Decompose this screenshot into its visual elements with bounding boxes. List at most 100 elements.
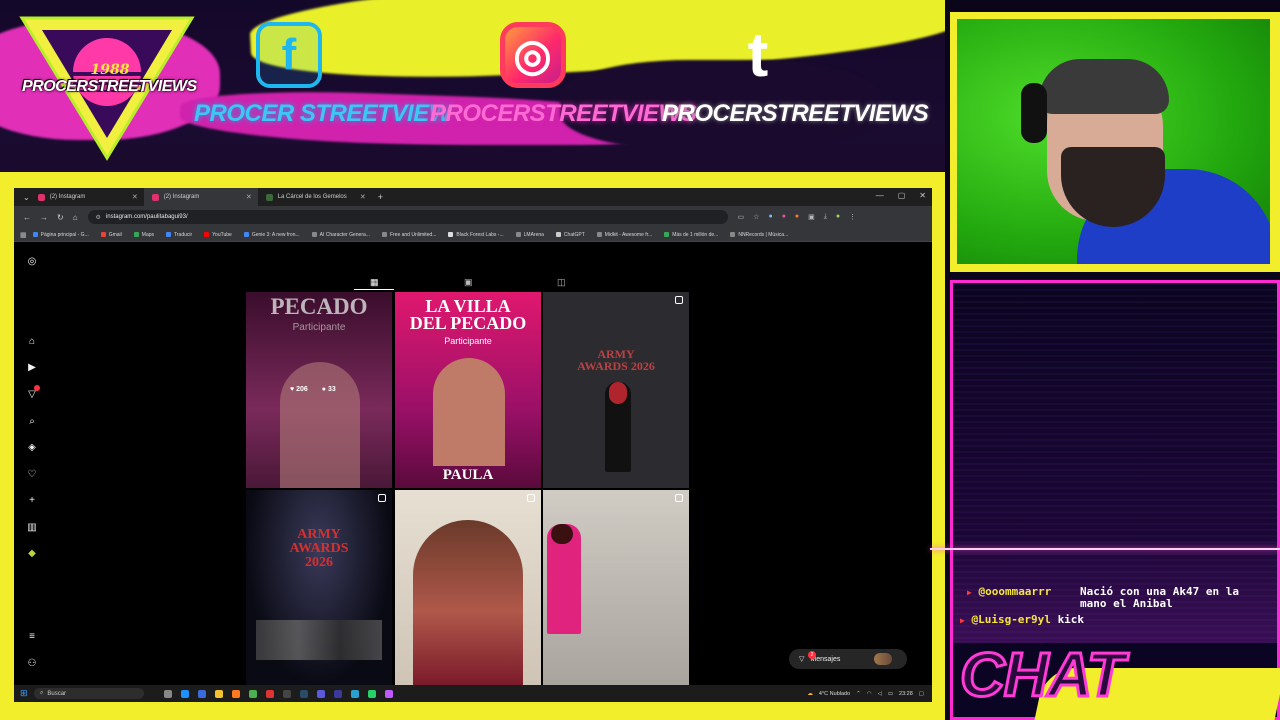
more-menu-icon[interactable]: ≡ — [26, 631, 38, 643]
avatar — [874, 653, 893, 665]
app-icon[interactable] — [351, 689, 359, 698]
explorer-icon[interactable] — [215, 689, 223, 698]
logo-year: 1988 — [90, 62, 130, 78]
profile-icon[interactable]: ● — [836, 213, 840, 221]
new-tab-button[interactable]: + — [378, 192, 383, 202]
app-icon[interactable] — [385, 689, 393, 698]
volume-icon[interactable]: ◁ — [878, 691, 882, 697]
browser-window: ⌄ (2) Instagram ✕ (2) Instagram ✕ La Cár… — [14, 188, 932, 702]
firefox-icon[interactable] — [232, 689, 240, 698]
bookmark[interactable]: LMArena — [510, 232, 550, 238]
app-icon[interactable] — [334, 689, 342, 698]
download-icon[interactable]: ⤓ — [824, 213, 827, 221]
bookmarks-bar: ▦ Página principal - G... Gmail Maps Tra… — [14, 228, 932, 242]
messages-button[interactable]: ▽ 2 Mensajes — [789, 649, 907, 669]
headset-icon — [1021, 83, 1047, 143]
taskbar-apps — [164, 689, 393, 698]
post-thumbnail[interactable] — [395, 490, 541, 686]
browser-tab[interactable]: La Cárcel de los Gemelos ✕ — [258, 188, 372, 206]
meta-verified-icon[interactable]: ◆ — [26, 548, 38, 560]
bookmark[interactable]: Traducir — [160, 232, 198, 238]
app-icon[interactable] — [266, 689, 274, 698]
close-icon[interactable]: ✕ — [246, 193, 252, 201]
notifications-icon[interactable]: ▢ — [919, 691, 924, 697]
chrome-icon[interactable] — [249, 689, 257, 698]
forward-icon[interactable]: → — [40, 213, 48, 222]
apps-icon[interactable]: ▦ — [20, 231, 27, 239]
bookmark[interactable]: YouTube — [198, 232, 238, 238]
extension-icon[interactable]: ● — [768, 213, 772, 221]
extension-icon[interactable]: ● — [782, 213, 786, 221]
home-icon[interactable]: ⌂ — [26, 336, 38, 348]
whatsapp-icon[interactable] — [368, 689, 376, 698]
menu-dots-icon[interactable]: ⋮ — [849, 213, 856, 221]
reels-tab-icon[interactable]: ▣ — [464, 277, 473, 288]
notification-badge — [34, 385, 40, 391]
bookmark[interactable]: AI Character Genera... — [306, 232, 376, 238]
post-thumbnail[interactable]: ARMY AWARDS 2026 — [246, 490, 392, 686]
puzzle-icon[interactable]: ▣ — [808, 213, 815, 221]
also-from-meta-icon[interactable]: ⚇ — [26, 658, 38, 670]
post-thumbnail[interactable]: LA VILLA DEL PECADO Participante PAULA — [395, 292, 541, 488]
app-icon[interactable] — [317, 689, 325, 698]
post-figure-hair — [609, 382, 627, 404]
close-icon[interactable]: ✕ — [360, 193, 366, 201]
browser-tab-active[interactable]: (2) Instagram ✕ — [143, 188, 258, 206]
minimize-icon[interactable]: — — [876, 191, 884, 200]
post-thumbnail[interactable]: ARMY AWARDS 2026 — [543, 292, 689, 488]
reload-icon[interactable]: ↻ — [57, 213, 64, 222]
taskbar-search[interactable]: ⌕ Buscar — [34, 688, 144, 699]
extension-icon[interactable]: ● — [795, 213, 799, 221]
bookmark[interactable]: Black Forest Labs -... — [442, 232, 509, 238]
search-icon[interactable]: ⌕ — [26, 416, 38, 428]
battery-icon[interactable]: ▭ — [888, 691, 893, 697]
cast-icon[interactable]: ▭ — [738, 213, 745, 221]
bookmark[interactable]: ChatGPT — [550, 232, 591, 238]
obs-icon[interactable] — [283, 689, 291, 698]
bookmark[interactable]: Más de 1 millón de... — [658, 232, 724, 238]
clip-icon — [675, 494, 683, 502]
explore-icon[interactable]: ◈ — [26, 442, 38, 454]
close-icon[interactable]: ✕ — [132, 193, 138, 201]
bookmark[interactable]: Midkit - Awesome fr... — [591, 232, 658, 238]
back-icon[interactable]: ← — [23, 213, 31, 222]
tagged-tab-icon[interactable]: ◫ — [557, 277, 566, 288]
dashboard-icon[interactable]: ▥ — [26, 522, 38, 534]
store-icon[interactable] — [198, 689, 206, 698]
posts-grid-tab-icon[interactable]: ▦ — [370, 277, 379, 288]
maximize-icon[interactable]: ▢ — [898, 191, 906, 200]
reels-icon[interactable]: ▶ — [26, 362, 38, 374]
task-view-icon[interactable] — [164, 689, 172, 698]
bookmark[interactable]: Gmail — [95, 232, 128, 238]
home-icon[interactable]: ⌂ — [73, 213, 78, 222]
heart-icon[interactable]: ♡ — [26, 469, 38, 481]
instagram-logo-icon[interactable]: ◎ — [26, 256, 38, 268]
wifi-icon[interactable]: ◠ — [867, 691, 872, 697]
post-thumbnail[interactable] — [543, 490, 689, 686]
chevron-up-icon[interactable]: ⌃ — [856, 691, 861, 697]
bookmark[interactable]: Genie 3: A new fron... — [238, 232, 306, 238]
bookmark[interactable]: Maps — [128, 232, 160, 238]
edge-icon[interactable] — [181, 689, 189, 698]
url-field[interactable]: ⚙ instagram.com/paulitabagui93/ — [87, 210, 728, 224]
chat-username: @Luisg-er9yl — [971, 613, 1051, 626]
create-icon[interactable]: + — [26, 495, 38, 507]
browser-tab[interactable]: (2) Instagram ✕ — [30, 188, 144, 206]
bookmark[interactable]: Página principal - G... — [27, 232, 95, 238]
weather-icon[interactable]: ☁ — [807, 691, 813, 697]
tab-list-icon[interactable]: ⌄ — [23, 193, 30, 202]
post-thumbnail[interactable]: PECADO Participante ♥ 206 ● 33 — [246, 292, 392, 488]
star-icon[interactable]: ☆ — [753, 213, 759, 221]
bookmark[interactable]: NNRecords | Música... — [724, 232, 794, 238]
url-text: instagram.com/paulitabagui93/ — [105, 214, 188, 220]
facebook-handle: PROCER STREETVIEW — [194, 100, 451, 127]
site-info-icon[interactable]: ⚙ — [96, 214, 101, 221]
window-controls: — ▢ ✕ — [876, 191, 926, 200]
close-window-icon[interactable]: ✕ — [919, 191, 926, 200]
windows-taskbar: ⊞ ⌕ Buscar ☁ 4°C Nublado ⌃ ◠ ◁ ▭ 23:28 ▢ — [14, 685, 932, 702]
bookmark[interactable]: Free and Unlimited... — [376, 232, 442, 238]
windows-start-icon[interactable]: ⊞ — [20, 688, 28, 699]
translate-icon — [166, 232, 172, 237]
steam-icon[interactable] — [300, 689, 308, 698]
clock[interactable]: 23:28 — [899, 691, 913, 697]
